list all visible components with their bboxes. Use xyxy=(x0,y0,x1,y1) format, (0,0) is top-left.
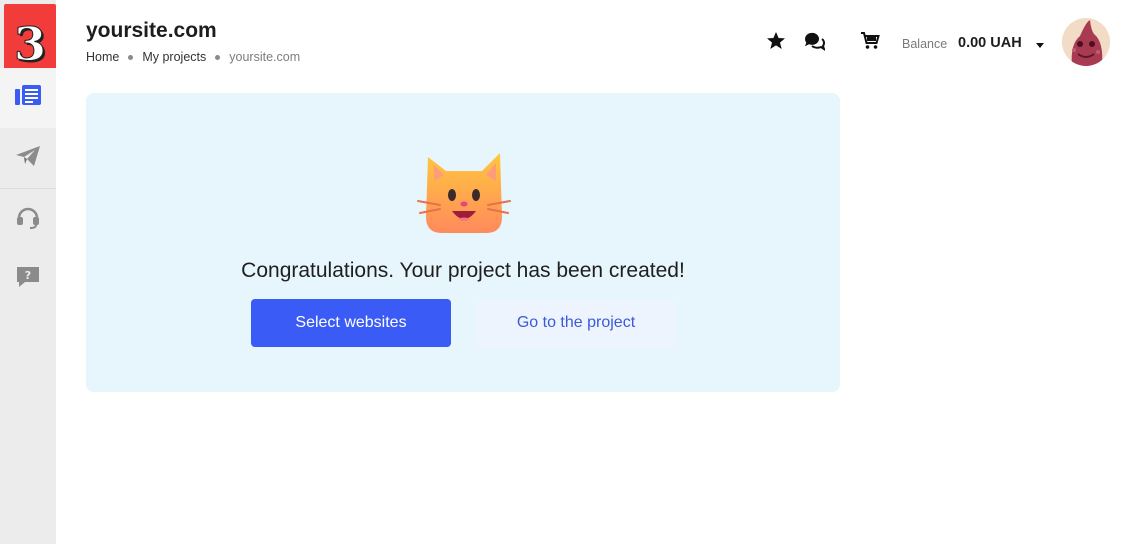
balance-dropdown-toggle[interactable] xyxy=(1034,38,1046,48)
shopping-cart-icon xyxy=(860,31,880,56)
project-created-card: Congratulations. Your project has been c… xyxy=(86,93,840,392)
svg-text:?: ? xyxy=(25,269,31,282)
sidebar: 3 ? xyxy=(0,0,56,544)
logo-text: 3 xyxy=(13,17,46,71)
messages-button[interactable] xyxy=(803,31,826,56)
headset-icon xyxy=(16,205,40,234)
star-icon xyxy=(766,31,786,56)
monster-avatar-icon xyxy=(1062,18,1110,66)
breadcrumb-my-projects[interactable]: My projects xyxy=(142,50,206,64)
go-to-project-button[interactable]: Go to the project xyxy=(476,299,676,347)
paper-plane-icon xyxy=(15,145,41,172)
success-message: Congratulations. Your project has been c… xyxy=(241,259,685,282)
page-title: yoursite.com xyxy=(86,19,217,42)
sidebar-item-help[interactable]: ? xyxy=(0,249,56,309)
sidebar-item-support[interactable] xyxy=(0,189,56,249)
help-chat-icon: ? xyxy=(15,265,41,294)
chat-bubbles-icon xyxy=(803,31,826,56)
breadcrumb-current: yoursite.com xyxy=(229,50,301,64)
breadcrumb-separator xyxy=(128,54,134,60)
balance-label: Balance xyxy=(902,37,948,51)
breadcrumb: Home My projects yoursite.com xyxy=(86,50,300,64)
breadcrumb-separator xyxy=(215,54,221,60)
caret-down-icon xyxy=(1034,38,1046,55)
cart-button[interactable] xyxy=(859,31,881,56)
sidebar-item-send[interactable] xyxy=(0,128,56,188)
breadcrumb-home[interactable]: Home xyxy=(86,50,119,64)
select-websites-button[interactable]: Select websites xyxy=(251,299,451,347)
user-avatar[interactable] xyxy=(1062,18,1110,66)
cat-emoji-icon xyxy=(417,153,511,233)
balance-value[interactable]: 0.00 UAH xyxy=(958,35,1022,51)
favorites-button[interactable] xyxy=(765,31,787,56)
sidebar-item-list[interactable] xyxy=(0,68,56,128)
list-icon xyxy=(15,84,41,112)
